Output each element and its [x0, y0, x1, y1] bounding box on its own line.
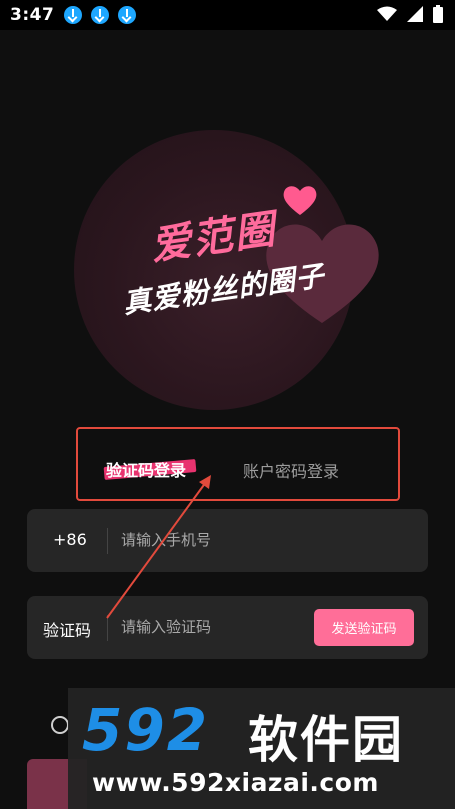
- watermark-logo-digits: 592: [82, 696, 210, 764]
- watermark: 592 软件园 www.592xiazai.com: [68, 688, 455, 809]
- send-code-button[interactable]: 发送验证码: [314, 609, 414, 646]
- agree-radio[interactable]: [51, 716, 69, 734]
- status-right-icons: [377, 5, 443, 23]
- signal-icon: [407, 6, 423, 22]
- download-icon: [91, 6, 110, 24]
- login-tabs: 验证码登录 账户密码登录: [76, 427, 400, 501]
- code-row: 验证码 发送验证码: [27, 596, 428, 659]
- battery-icon: [433, 5, 443, 23]
- tab-code-login[interactable]: 验证码登录: [106, 457, 186, 481]
- phone-input[interactable]: [121, 525, 301, 555]
- divider: [107, 528, 108, 554]
- download-icon: [118, 6, 137, 24]
- country-code[interactable]: +86: [53, 530, 87, 549]
- status-time: 3:47: [10, 5, 55, 25]
- code-label: 验证码: [43, 621, 92, 640]
- wifi-icon: [377, 6, 397, 21]
- watermark-logo-text: 软件园: [248, 711, 404, 769]
- heart-icon: [283, 186, 317, 215]
- status-bar: 3:47: [0, 0, 455, 30]
- tab-password-login[interactable]: 账户密码登录: [243, 458, 339, 482]
- phone-row: +86: [27, 509, 428, 572]
- watermark-url: www.592xiazai.com: [92, 768, 379, 797]
- divider: [107, 615, 108, 641]
- code-input[interactable]: [121, 612, 301, 642]
- download-icon: [64, 6, 83, 24]
